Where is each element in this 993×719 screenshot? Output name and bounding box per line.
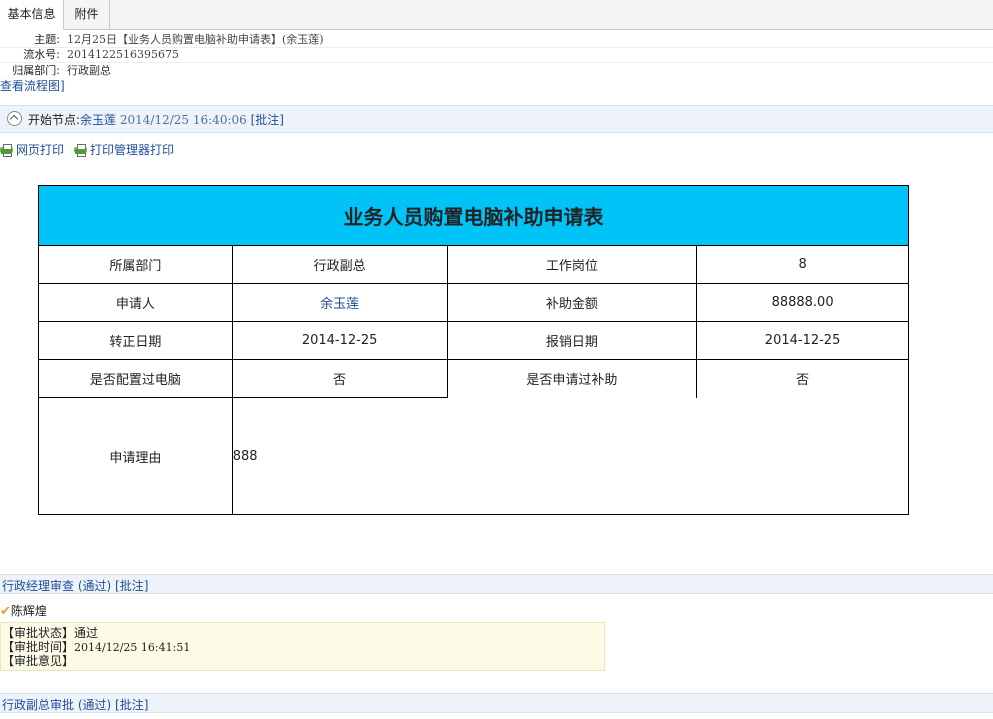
form-label: 申请人 bbox=[38, 283, 233, 322]
form-label: 补助金额 bbox=[446, 283, 698, 322]
tab-basic-info[interactable]: 基本信息 bbox=[0, 0, 64, 30]
node-title: 行政副总审批 (通过) bbox=[2, 698, 112, 712]
subject-label: 主题: bbox=[34, 33, 60, 46]
form-value: 行政副总 bbox=[231, 245, 448, 284]
form-label: 工作岗位 bbox=[446, 245, 698, 284]
dept-label: 归属部门: bbox=[12, 64, 60, 77]
collapse-icon[interactable] bbox=[7, 111, 22, 126]
form-row: 是否配置过电脑 否 是否申请过补助 否 bbox=[38, 359, 909, 398]
view-flowchart-link[interactable]: 查看流程图] bbox=[0, 77, 65, 94]
form-value: 2014-12-25 bbox=[696, 321, 909, 360]
approver: ✔陈辉煌 bbox=[0, 602, 47, 619]
form-value: 否 bbox=[231, 359, 448, 398]
approval-time: 【审批时间】2014/12/25 16:41:51 bbox=[2, 640, 190, 654]
node-title: 行政经理审查 (通过) bbox=[2, 579, 112, 593]
start-node-comment-link[interactable]: [批注] bbox=[251, 113, 284, 127]
form-label: 所属部门 bbox=[38, 245, 233, 284]
printer-icon bbox=[74, 144, 87, 157]
approval-opinion: 【审批意见】 bbox=[2, 654, 75, 668]
web-print-label: 网页打印 bbox=[16, 143, 65, 157]
form-label: 是否配置过电脑 bbox=[38, 359, 233, 398]
printer-icon bbox=[0, 144, 13, 157]
serial-label: 流水号: bbox=[23, 48, 60, 61]
start-node-bar: 开始节点:余玉莲 2014/12/25 16:40:06 [批注] bbox=[0, 105, 993, 133]
form-label: 是否申请过补助 bbox=[446, 359, 698, 398]
form-value: 88888.00 bbox=[696, 283, 909, 322]
tab-bar: 基本信息 附件 bbox=[0, 0, 993, 30]
start-node-text: 开始节点:余玉莲 2014/12/25 16:40:06 [批注] bbox=[28, 111, 284, 128]
start-node-time: 2014/12/25 16:40:06 bbox=[119, 113, 247, 127]
application-form: 业务人员购置电脑补助申请表 所属部门 行政副总 工作岗位 8 申请人 余玉莲 补… bbox=[38, 185, 910, 515]
form-row: 所属部门 行政副总 工作岗位 8 bbox=[38, 245, 909, 284]
dept-row: 归属部门: 行政副总 bbox=[0, 63, 993, 78]
form-title: 业务人员购置电脑补助申请表 bbox=[38, 185, 909, 246]
form-value: 8 bbox=[696, 245, 909, 284]
subject-row: 主题: 12月25日【业务人员购置电脑补助申请表】(余玉莲) bbox=[0, 32, 993, 47]
form-value: 否 bbox=[696, 359, 909, 398]
start-node-user: 余玉莲 bbox=[80, 113, 117, 127]
approver-name: 陈辉煌 bbox=[10, 604, 47, 618]
print-manager-button[interactable]: 打印管理器打印 bbox=[74, 141, 174, 158]
form-row: 申请理由 888 bbox=[38, 397, 910, 515]
form-label: 报销日期 bbox=[446, 321, 698, 360]
form-row: 转正日期 2014-12-25 报销日期 2014-12-25 bbox=[38, 321, 909, 360]
node-comment-link[interactable]: [批注] bbox=[115, 579, 148, 593]
approval-details: 【审批状态】通过 【审批时间】2014/12/25 16:41:51 【审批意见… bbox=[0, 622, 605, 671]
approval-node-title: 行政经理审查 (通过) [批注] bbox=[2, 577, 148, 594]
approval-time-label: 【审批时间】 bbox=[2, 640, 75, 654]
approval-node-bar: 行政副总审批 (通过) [批注] bbox=[0, 693, 993, 713]
form-value: 2014-12-25 bbox=[231, 321, 448, 360]
reason-value: 888 bbox=[231, 397, 910, 515]
checkmark-icon: ✔ bbox=[0, 604, 11, 619]
node-comment-link[interactable]: [批注] bbox=[115, 698, 148, 712]
form-label: 申请理由 bbox=[38, 397, 233, 515]
subject-value: 12月25日【业务人员购置电脑补助申请表】(余玉莲) bbox=[67, 33, 324, 46]
approval-node-bar: 行政经理审查 (通过) [批注] bbox=[0, 574, 993, 594]
form-label: 转正日期 bbox=[38, 321, 233, 360]
form-row: 申请人 余玉莲 补助金额 88888.00 bbox=[38, 283, 909, 322]
approval-time-value: 2014/12/25 16:41:51 bbox=[74, 641, 191, 654]
serial-value: 2014122516395675 bbox=[67, 48, 179, 61]
approval-node-title: 行政副总审批 (通过) [批注] bbox=[2, 696, 148, 713]
applicant-link[interactable]: 余玉莲 bbox=[231, 283, 448, 322]
start-node-label: 开始节点: bbox=[28, 113, 81, 127]
print-manager-label: 打印管理器打印 bbox=[90, 143, 175, 157]
serial-row: 流水号: 2014122516395675 bbox=[0, 47, 993, 62]
tab-attachments[interactable]: 附件 bbox=[64, 0, 110, 29]
web-print-button[interactable]: 网页打印 bbox=[0, 141, 64, 158]
approval-status: 【审批状态】通过 bbox=[2, 626, 99, 640]
dept-value: 行政副总 bbox=[67, 64, 111, 77]
